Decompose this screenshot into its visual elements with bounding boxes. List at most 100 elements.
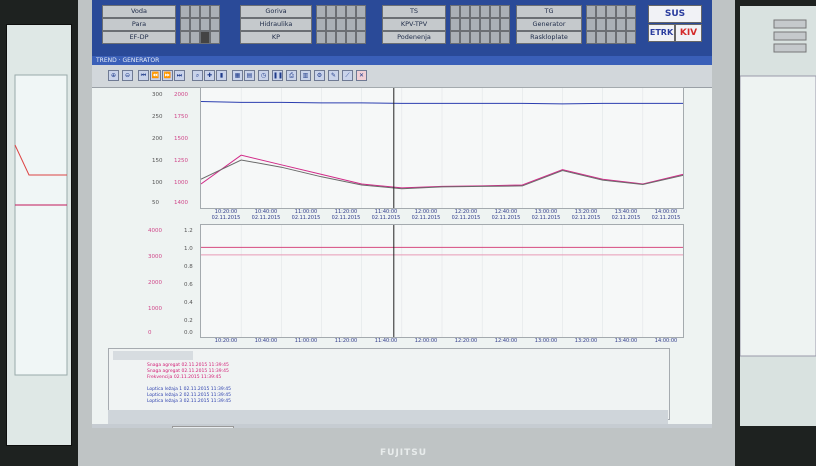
first-icon[interactable]: ⏮ bbox=[138, 70, 149, 81]
y-tick: 0.6 bbox=[184, 282, 193, 288]
pause-icon[interactable]: ❚❚ bbox=[272, 70, 283, 81]
y-tick-red: 1250 bbox=[174, 158, 188, 164]
table-row[interactable]: Snaga agregat 02.11.2015 11:39:45 bbox=[147, 363, 229, 368]
cursor-icon[interactable]: ▮ bbox=[216, 70, 227, 81]
trend-toolbar: ⊕ ⊖ ⏮ ⏪ ⏩ ⏭ ⌕ ✚ ▮ ▦ ▤ ◷ ❚❚ ⎙ ▥ ⚙ ✎ ⟋ ✕ bbox=[92, 65, 712, 88]
left-trend-chart bbox=[14, 74, 68, 376]
bottom-x-axis: 10:20:00 10:40:00 11:00:00 11:20:00 11:40:00… bbox=[200, 336, 682, 346]
y-tick-red: 1500 bbox=[174, 136, 188, 142]
nav-ts[interactable]: TS bbox=[382, 5, 446, 18]
bottom-trend-plot[interactable] bbox=[200, 224, 684, 338]
x-tick: 13:20:00 bbox=[574, 338, 598, 344]
table-row[interactable]: Loptica ležaja 2 02.11.2015 11:39:45 bbox=[147, 393, 231, 398]
crosshair-icon[interactable]: ✚ bbox=[204, 70, 215, 81]
y-tick-red: 1000 bbox=[148, 306, 162, 312]
y-tick: 200 bbox=[152, 136, 163, 142]
table-row[interactable]: Frekvencija 02.11.2015 11:39:45 bbox=[147, 375, 221, 380]
nav-ef-dp[interactable]: EF-DP bbox=[102, 31, 176, 44]
top-navigation: Voda Para EF-DP Goriva Hidraulika KP TS … bbox=[92, 0, 712, 56]
clock-icon[interactable]: ◷ bbox=[258, 70, 269, 81]
y-tick-red: 0 bbox=[148, 330, 152, 336]
close-icon[interactable]: ✕ bbox=[356, 70, 367, 81]
edit-icon[interactable]: ✎ bbox=[328, 70, 339, 81]
print-icon[interactable]: ⎙ bbox=[286, 70, 297, 81]
x-date: 02.11.2015 bbox=[651, 215, 681, 221]
bottom-chart-left-axis: 4000 3000 2000 1000 0 1.2 1.0 0.8 0.6 0.… bbox=[146, 226, 198, 338]
nav-para[interactable]: Para bbox=[102, 18, 176, 31]
y-tick: 300 bbox=[152, 92, 163, 98]
top-x-axis: 10:20:00 02.11.2015 10:40:00 02.11.2015 11:0… bbox=[200, 207, 682, 223]
chart-icon[interactable]: ▥ bbox=[300, 70, 311, 81]
x-tick: 13:40:00 bbox=[614, 338, 638, 344]
x-tick: 12:00:00 bbox=[414, 338, 438, 344]
x-date: 02.11.2015 bbox=[611, 215, 641, 221]
x-date: 02.11.2015 bbox=[571, 215, 601, 221]
y-tick-red: 2000 bbox=[174, 92, 188, 98]
x-date: 02.11.2015 bbox=[371, 215, 401, 221]
window-title: TREND · GENERATOR bbox=[92, 56, 712, 65]
bottom-trend-svg bbox=[201, 225, 683, 337]
x-tick: 10:40:00 bbox=[254, 338, 278, 344]
x-date: 02.11.2015 bbox=[411, 215, 441, 221]
table-icon-2[interactable]: ▤ bbox=[244, 70, 255, 81]
nav-goriva[interactable]: Goriva bbox=[240, 5, 312, 18]
x-tick: 10:20:00 bbox=[214, 338, 238, 344]
y-tick-red: 1750 bbox=[174, 114, 188, 120]
nav-tg[interactable]: TG bbox=[516, 5, 582, 18]
table-toolbar bbox=[113, 351, 193, 360]
search-icon[interactable]: ⌕ bbox=[192, 70, 203, 81]
y-tick: 1.0 bbox=[184, 246, 193, 252]
x-date: 02.11.2015 bbox=[531, 215, 561, 221]
y-tick: 1.2 bbox=[184, 228, 193, 234]
y-tick: 150 bbox=[152, 158, 163, 164]
zoom-out-icon[interactable]: ⊖ bbox=[122, 70, 133, 81]
rewind-icon[interactable]: ⏪ bbox=[150, 70, 161, 81]
x-date: 02.11.2015 bbox=[451, 215, 481, 221]
right-screen bbox=[740, 6, 816, 426]
left-screen bbox=[6, 24, 72, 446]
top-trend-svg bbox=[200, 88, 684, 208]
x-tick: 14:00:00 bbox=[654, 338, 678, 344]
y-tick-red: 1000 bbox=[174, 180, 188, 186]
y-tick: 250 bbox=[152, 114, 163, 120]
table-row[interactable]: Loptica ležaja 3 02.11.2015 11:39:45 bbox=[147, 399, 231, 404]
y-tick-red: 2000 bbox=[148, 280, 162, 286]
y-tick-red: 4000 bbox=[148, 228, 162, 234]
y-tick: 0.0 bbox=[184, 330, 193, 336]
y-tick: 50 bbox=[152, 200, 159, 206]
logo-etrk: ETRK bbox=[648, 24, 675, 42]
settings-icon[interactable]: ⚙ bbox=[314, 70, 325, 81]
top-trend-plot[interactable] bbox=[200, 87, 684, 209]
nav-kpv-tpv[interactable]: KPV-TPV bbox=[382, 18, 446, 31]
nav-kp[interactable]: KP bbox=[240, 31, 312, 44]
x-tick: 11:20:00 bbox=[334, 338, 358, 344]
nav-voda[interactable]: Voda bbox=[102, 5, 176, 18]
x-date: 02.11.2015 bbox=[251, 215, 281, 221]
status-operator: operator bbox=[172, 426, 234, 428]
right-trend-chart bbox=[740, 19, 816, 357]
logo-top: SUS bbox=[648, 5, 702, 23]
last-icon[interactable]: ⏭ bbox=[174, 70, 185, 81]
x-tick: 11:40:00 bbox=[374, 338, 398, 344]
nav-podenenja[interactable]: Podenenja bbox=[382, 31, 446, 44]
zoom-in-icon[interactable]: ⊕ bbox=[108, 70, 119, 81]
table-row[interactable]: Snaga agregat 02.11.2015 11:39:45 bbox=[147, 369, 229, 374]
y-tick: 100 bbox=[152, 180, 163, 186]
nav-hidraulika[interactable]: Hidraulika bbox=[240, 18, 312, 31]
x-tick: 12:40:00 bbox=[494, 338, 518, 344]
y-tick: 0.4 bbox=[184, 300, 193, 306]
table-row[interactable]: Loptica ležaja 1 02.11.2015 11:39:45 bbox=[147, 387, 231, 392]
logo-kiv: KIV bbox=[675, 24, 702, 42]
y-tick-red: 3000 bbox=[148, 254, 162, 260]
x-tick: 13:00:00 bbox=[534, 338, 558, 344]
edit-icon-2[interactable]: ⟋ bbox=[342, 70, 353, 81]
x-date: 02.11.2015 bbox=[491, 215, 521, 221]
fast-forward-icon[interactable]: ⏩ bbox=[162, 70, 173, 81]
top-chart-left-axis: 300 250 200 150 100 50 2000 1750 1500 12… bbox=[146, 90, 198, 210]
y-tick: 0.8 bbox=[184, 264, 193, 270]
brand-label: FUJITSU bbox=[380, 448, 428, 458]
x-tick: 11:00:00 bbox=[294, 338, 318, 344]
nav-raskloplate[interactable]: Raskloplate bbox=[516, 31, 582, 44]
nav-generator[interactable]: Generator bbox=[516, 18, 582, 31]
table-icon[interactable]: ▦ bbox=[232, 70, 243, 81]
